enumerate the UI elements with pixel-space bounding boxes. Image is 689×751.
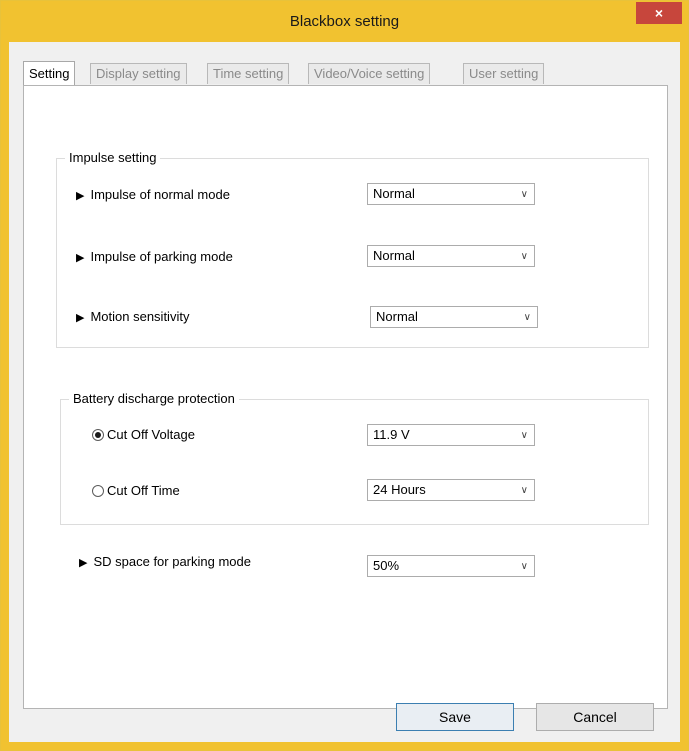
cut-off-voltage-select[interactable]: 11.9 V ∨ [367,424,535,446]
play-triangle-icon: ▶ [79,557,88,569]
tab-user-setting[interactable]: User setting [463,63,545,84]
battery-protection-group: Battery discharge protection [60,391,649,525]
sd-space-label: ▶ SD space for parking mode [79,554,251,569]
cut-off-time-select[interactable]: 24 Hours ∨ [367,479,535,501]
impulse-parking-mode-select[interactable]: Normal ∨ [367,245,535,267]
window-frame-bottom [1,742,688,750]
setting-tab-panel: Impulse setting ▶ Impulse of normal mode … [23,85,668,709]
motion-sensitivity-label: ▶ Motion sensitivity [76,309,190,324]
chevron-down-icon: ∨ [520,251,528,262]
impulse-normal-mode-label: ▶ Impulse of normal mode [76,187,230,202]
dialog-window: Blackbox setting × Setting Display setti… [0,0,689,751]
close-icon: × [654,5,664,21]
chevron-down-icon: ∨ [520,189,528,200]
chevron-down-icon: ∨ [520,485,528,496]
tab-video-voice-setting[interactable]: Video/Voice setting [308,63,431,84]
tab-setting[interactable]: Setting [23,61,76,85]
motion-sensitivity-select[interactable]: Normal ∨ [370,306,538,328]
cut-off-time-option[interactable]: Cut Off Time [92,483,180,498]
window-title: Blackbox setting [289,13,400,30]
close-button[interactable]: × [636,2,682,24]
play-triangle-icon: ▶ [76,190,85,202]
sd-space-select[interactable]: 50% ∨ [367,555,535,577]
chevron-down-icon: ∨ [520,430,528,441]
window-frame-left [1,42,9,750]
window-frame-right [680,42,688,750]
save-button[interactable]: Save [396,703,514,731]
play-triangle-icon: ▶ [76,252,85,264]
cancel-button[interactable]: Cancel [536,703,654,731]
chevron-down-icon: ∨ [523,312,531,323]
battery-protection-title: Battery discharge protection [69,391,239,406]
radio-unselected-icon[interactable] [92,485,104,497]
impulse-normal-mode-select[interactable]: Normal ∨ [367,183,535,205]
impulse-setting-title: Impulse setting [65,150,161,165]
chevron-down-icon: ∨ [520,561,528,572]
tab-display-setting[interactable]: Display setting [90,63,187,84]
cut-off-voltage-option[interactable]: Cut Off Voltage [92,427,195,442]
tab-time-setting[interactable]: Time setting [207,63,290,84]
play-triangle-icon: ▶ [76,312,85,324]
impulse-parking-mode-label: ▶ Impulse of parking mode [76,249,233,264]
radio-selected-icon[interactable] [92,429,104,441]
title-bar[interactable]: Blackbox setting × [1,1,688,42]
dialog-client-area: Setting Display setting Time setting Vid… [9,42,680,742]
